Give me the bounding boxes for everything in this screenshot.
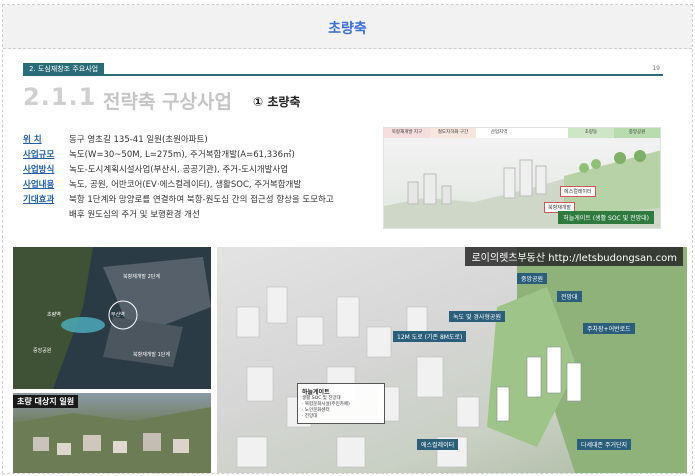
info-key: 위 치 <box>23 135 42 145</box>
section-divider <box>23 74 663 76</box>
site-photo: 초량 대상지 일원 <box>13 393 211 473</box>
aerial-render: 로이의렛츠부동산 http://letsbudongsan.com 중앙공원 전… <box>217 247 687 473</box>
heading-number: 2.1.1 <box>23 83 97 111</box>
map-label: 중앙공원 <box>33 348 52 354</box>
aerial-tag: 녹도 및 경사형공원 <box>449 311 505 322</box>
info-key: 사업방식 <box>23 165 55 175</box>
map-illustration <box>13 247 211 389</box>
info-key: 기대효과 <box>23 195 55 205</box>
info-row-method: 사업방식 녹도-도시계획시설사업(부산시, 공공기관), 주거-도시개발사업 <box>23 163 383 178</box>
info-value-continued: 배후 원도심의 주거 및 보행환경 개선 <box>69 210 200 220</box>
info-row-effect: 기대효과 북항 1단계와 망양로를 연결하여 북항-원도심 간의 접근성 향상을… <box>23 193 383 208</box>
callout-line: · 전망대 <box>302 414 318 419</box>
aerial-tag: 주차장+어반로드 <box>583 323 635 334</box>
info-value: 녹도-도시계획시설사업(부산시, 공공기관), 주거-도시개발사업 <box>69 165 289 175</box>
info-value: 동구 영초길 135-41 일원(초원아파트) <box>69 135 208 145</box>
page-title: 초량축 <box>328 21 367 37</box>
aerial-tag: 중앙공원 <box>517 273 548 284</box>
aerial-tag: 에스컬레이터 <box>417 439 459 450</box>
info-row-location: 위 치 동구 영초길 135-41 일원(초원아파트) <box>23 133 383 148</box>
info-row-content: 사업내용 녹도, 공원, 어반코어(EV·에스컬레이터), 생활SOC, 주거복… <box>23 178 383 193</box>
info-key: 사업내용 <box>23 180 55 190</box>
render-label: 에스컬레이터 <box>560 186 596 197</box>
map-label: 부산역 <box>111 312 125 318</box>
heading-subtitle: ① 초량축 <box>253 95 301 109</box>
watermark: 로이의렛츠부동산 http://letsbudongsan.com <box>465 247 683 266</box>
heading-title: 전략축 구상사업 <box>103 91 232 113</box>
page-number: 19 <box>652 65 660 72</box>
section-render-image: 북항재개발 지구 철도지하화 구간 산업지역 초량동 중앙공원 북항재개발 에스… <box>383 127 661 229</box>
render-caption: 허늘게이트 (생활 SOC 및 전망대) <box>558 211 654 224</box>
callout-box: 하늘게이트 생활 SOC 및 전망대 · 복합문화시설(주민카페) · 노인문화… <box>297 383 385 424</box>
aerial-tag: 다세대존 주거단지 <box>577 439 632 450</box>
info-value: 북항 1단계와 망양로를 연결하여 북항-원도심 간의 접근성 향상을 도모하고 <box>69 195 334 205</box>
info-value: 녹도, 공원, 어반코어(EV·에스컬레이터), 생활SOC, 주거복합개발 <box>69 180 302 190</box>
project-info: 위 치 동구 영초길 135-41 일원(초원아파트) 사업규모 녹도(W=30… <box>23 133 383 223</box>
info-key: 사업규모 <box>23 150 55 160</box>
map-label: 북항재개발 2단계 <box>123 274 160 280</box>
aerial-tag: 12M 도로 (기존 8M도로) <box>393 331 467 342</box>
info-value: 녹도(W=30~50M, L=275m), 주거복합개발(A=61,336㎡) <box>69 150 295 160</box>
map-label: 북항재개발 1단계 <box>133 352 170 358</box>
map-label: 초량역 <box>47 312 61 318</box>
info-row-scale: 사업규모 녹도(W=30~50M, L=275m), 주거복합개발(A=61,3… <box>23 148 383 163</box>
site-photo-label: 초량 대상지 일원 <box>13 395 79 408</box>
aerial-tag: 전망대 <box>557 291 582 302</box>
document-page: 초량축 2. 도심재창조 주요사업 19 2.1.1 전략축 구상사업 ① 초량… <box>2 4 693 474</box>
callout-title: 하늘게이트 <box>302 389 330 396</box>
top-bar: 초량축 <box>3 5 692 49</box>
satellite-map: 북항재개발 2단계 초량역 부산역 북항재개발 1단계 중앙공원 <box>13 247 211 389</box>
